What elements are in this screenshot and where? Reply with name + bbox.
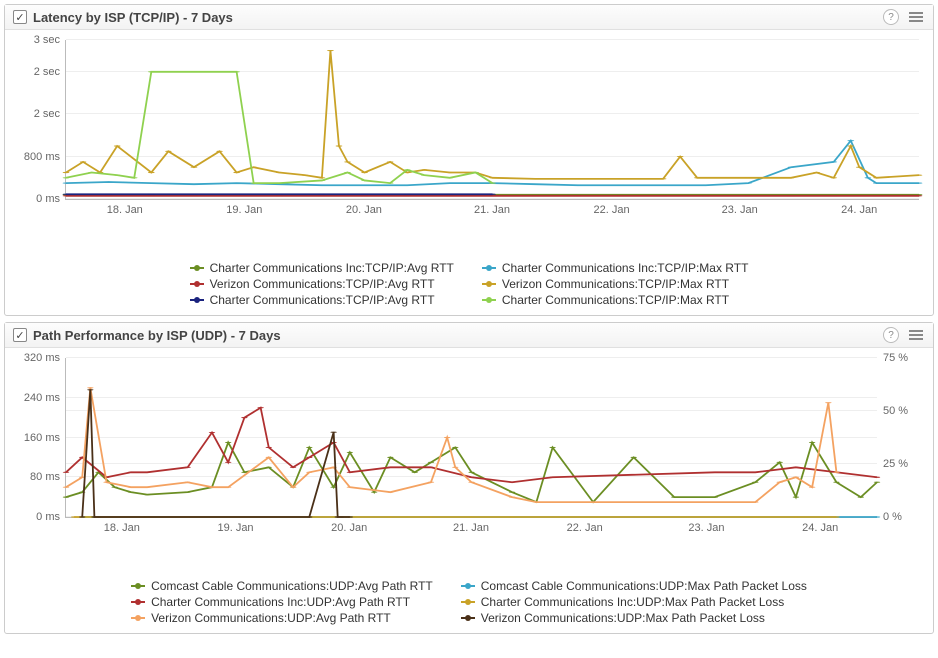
x-tick: 24. Jan [841, 204, 877, 216]
legend-label: Charter Communications Inc:TCP/IP:Max RT… [502, 261, 749, 275]
legend-swatch-icon [131, 617, 145, 619]
x-tick: 18. Jan [104, 522, 140, 534]
x-axis: 18. Jan 19. Jan 20. Jan 21. Jan 22. Jan … [65, 204, 919, 220]
panel-title: Path Performance by ISP (UDP) - 7 Days [33, 328, 883, 343]
legend-label: Verizon Communications:TCP/IP:Avg RTT [210, 277, 435, 291]
legend-label: Verizon Communications:UDP:Avg Path RTT [151, 611, 391, 625]
panel-path-performance-udp: ✓ Path Performance by ISP (UDP) - 7 Days… [4, 322, 934, 634]
legend-swatch-icon [482, 283, 496, 285]
x-tick: 23. Jan [722, 204, 758, 216]
y2-tick: 50 % [883, 405, 908, 417]
x-tick: 21. Jan [474, 204, 510, 216]
plot-area[interactable]: 0 ms 800 ms 2 sec 2 sec 3 sec [65, 40, 919, 200]
y2-tick: 25 % [883, 458, 908, 470]
legend-item[interactable]: Verizon Communications:UDP:Avg Path RTT [131, 611, 433, 625]
legend-swatch-icon [190, 299, 204, 301]
checkbox-icon[interactable]: ✓ [13, 328, 27, 342]
legend-item[interactable]: Verizon Communications:UDP:Max Path Pack… [461, 611, 807, 625]
legend-item[interactable]: Charter Communications Inc:UDP:Max Path … [461, 595, 807, 609]
y-tick: 0 ms [36, 511, 60, 523]
y-tick: 800 ms [24, 151, 60, 163]
legend-label: Comcast Cable Communications:UDP:Max Pat… [481, 579, 807, 593]
chart-series [66, 358, 877, 517]
y-tick: 240 ms [24, 392, 60, 404]
y2-tick: 0 % [883, 511, 902, 523]
x-tick: 19. Jan [226, 204, 262, 216]
legend-label: Comcast Cable Communications:UDP:Avg Pat… [151, 579, 433, 593]
plot-area[interactable]: 0 ms 0 % 80 ms 25 % 160 ms 50 % 240 ms 3… [65, 358, 877, 518]
help-icon[interactable]: ? [883, 9, 899, 25]
help-icon[interactable]: ? [883, 327, 899, 343]
legend-swatch-icon [482, 267, 496, 269]
y-tick: 2 sec [34, 66, 60, 78]
x-tick: 18. Jan [107, 204, 143, 216]
legend-item[interactable]: Charter Communications Inc:TCP/IP:Max RT… [482, 261, 749, 275]
x-tick: 20. Jan [346, 204, 382, 216]
legend-item[interactable]: Comcast Cable Communications:UDP:Avg Pat… [131, 579, 433, 593]
legend-item[interactable]: Charter Communications Inc:UDP:Avg Path … [131, 595, 433, 609]
legend: Charter Communications Inc:TCP/IP:Avg RT… [5, 255, 933, 315]
y-tick: 320 ms [24, 352, 60, 364]
y-tick: 3 sec [34, 34, 60, 46]
legend-item[interactable]: Verizon Communications:TCP/IP:Max RTT [482, 277, 749, 291]
y2-tick: 75 % [883, 352, 908, 364]
chart-latency: 0 ms 800 ms 2 sec 2 sec 3 sec 18. Jan 19… [5, 30, 933, 255]
legend-item[interactable]: Comcast Cable Communications:UDP:Max Pat… [461, 579, 807, 593]
legend-swatch-icon [190, 267, 204, 269]
legend-item[interactable]: Charter Communications Inc:TCP/IP:Avg RT… [190, 261, 454, 275]
legend-swatch-icon [461, 601, 475, 603]
legend-label: Charter Communications Inc:UDP:Max Path … [481, 595, 784, 609]
panel-title: Latency by ISP (TCP/IP) - 7 Days [33, 10, 883, 25]
legend-label: Charter Communications Inc:UDP:Avg Path … [151, 595, 410, 609]
chart-path-performance: 0 ms 0 % 80 ms 25 % 160 ms 50 % 240 ms 3… [5, 348, 933, 573]
x-tick: 22. Jan [594, 204, 630, 216]
y-tick: 160 ms [24, 432, 60, 444]
chart-series [66, 40, 919, 199]
x-tick: 21. Jan [453, 522, 489, 534]
legend-swatch-icon [461, 585, 475, 587]
x-tick: 23. Jan [688, 522, 724, 534]
legend-swatch-icon [131, 601, 145, 603]
x-tick: 22. Jan [567, 522, 603, 534]
y-tick: 80 ms [30, 471, 60, 483]
legend-swatch-icon [461, 617, 475, 619]
legend-label: Charter Communications Inc:TCP/IP:Avg RT… [210, 261, 454, 275]
legend-swatch-icon [482, 299, 496, 301]
y-tick: 0 ms [36, 193, 60, 205]
legend-label: Verizon Communications:TCP/IP:Max RTT [502, 277, 729, 291]
legend-label: Charter Communications:TCP/IP:Max RTT [502, 293, 729, 307]
x-tick: 20. Jan [331, 522, 367, 534]
x-axis: 18. Jan 19. Jan 20. Jan 21. Jan 22. Jan … [65, 522, 877, 538]
legend-item[interactable]: Charter Communications:TCP/IP:Avg RTT [190, 293, 454, 307]
checkbox-icon[interactable]: ✓ [13, 10, 27, 24]
hamburger-menu-icon[interactable] [907, 328, 925, 342]
x-tick: 24. Jan [802, 522, 838, 534]
panel-header: ✓ Path Performance by ISP (UDP) - 7 Days… [5, 323, 933, 348]
legend-item[interactable]: Verizon Communications:TCP/IP:Avg RTT [190, 277, 454, 291]
legend-label: Verizon Communications:UDP:Max Path Pack… [481, 611, 765, 625]
hamburger-menu-icon[interactable] [907, 10, 925, 24]
y-tick: 2 sec [34, 108, 60, 120]
panel-header: ✓ Latency by ISP (TCP/IP) - 7 Days ? [5, 5, 933, 30]
legend-swatch-icon [131, 585, 145, 587]
legend-label: Charter Communications:TCP/IP:Avg RTT [210, 293, 435, 307]
legend-item[interactable]: Charter Communications:TCP/IP:Max RTT [482, 293, 749, 307]
panel-latency-tcpip: ✓ Latency by ISP (TCP/IP) - 7 Days ? 0 m… [4, 4, 934, 316]
x-tick: 19. Jan [217, 522, 253, 534]
legend-swatch-icon [190, 283, 204, 285]
legend: Comcast Cable Communications:UDP:Avg Pat… [5, 573, 933, 633]
